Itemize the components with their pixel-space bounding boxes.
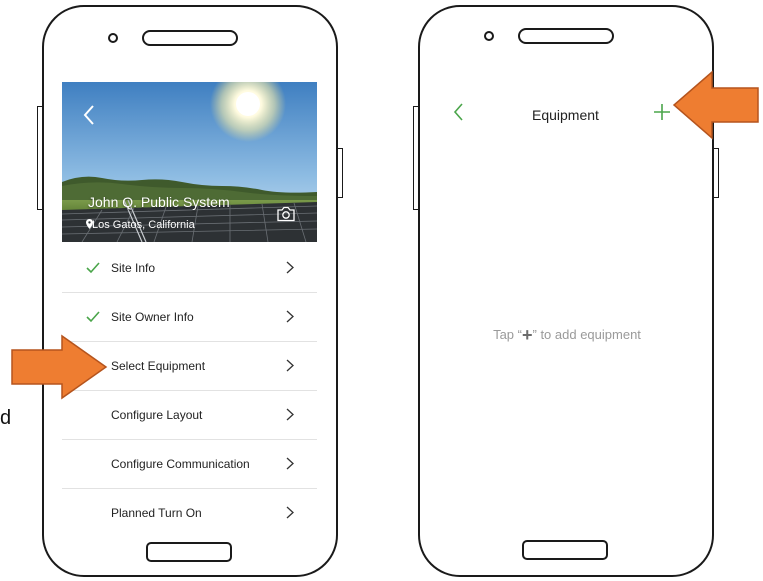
empty-state-message: Tap “+” to add equipment xyxy=(460,325,674,345)
menu-item-label: Site Info xyxy=(111,261,156,275)
menu-item-label: Planned Turn On xyxy=(111,506,202,520)
add-equipment-plus-icon[interactable] xyxy=(652,102,672,127)
menu-item-label: Configure Layout xyxy=(111,408,203,422)
menu-item-label: Configure Communication xyxy=(111,457,250,471)
check-icon xyxy=(86,261,100,279)
site-location: Los Gatos, California xyxy=(86,219,195,231)
chevron-right-icon xyxy=(286,457,294,475)
chevron-right-icon xyxy=(286,506,294,524)
phone-frame-right xyxy=(418,5,714,577)
menu-item-label: Site Owner Info xyxy=(111,310,194,324)
phone-b-speaker xyxy=(518,28,614,44)
empty-state-prefix: Tap “ xyxy=(493,327,522,342)
chevron-right-icon xyxy=(286,310,294,328)
menu-item-site-info[interactable]: Site Info xyxy=(62,244,317,293)
site-setup-screen: John Q. Public System Los Gatos, Califor… xyxy=(62,82,317,538)
page-title: Equipment xyxy=(532,107,599,123)
phone-a-home-button[interactable] xyxy=(146,542,232,562)
phone-b-home-button[interactable] xyxy=(522,540,608,560)
check-icon xyxy=(86,310,100,328)
highlight-arrow-left-icon xyxy=(672,70,759,140)
menu-item-configure-communication[interactable]: Configure Communication xyxy=(62,440,317,489)
menu-item-planned-turn-on[interactable]: Planned Turn On xyxy=(62,489,317,538)
chevron-right-icon xyxy=(286,261,294,279)
empty-state-plus: + xyxy=(521,325,533,345)
stray-glyph: d xyxy=(0,407,12,429)
chevron-right-icon xyxy=(286,359,294,377)
back-chevron-icon[interactable] xyxy=(452,102,464,127)
phone-b-camera xyxy=(484,31,494,41)
site-hero-image: John Q. Public System Los Gatos, Califor… xyxy=(62,82,317,242)
phone-a-camera xyxy=(108,33,118,43)
empty-state-suffix: ” to add equipment xyxy=(532,327,641,342)
site-location-text: Los Gatos, California xyxy=(92,219,195,231)
chevron-right-icon xyxy=(286,408,294,426)
menu-item-label: Select Equipment xyxy=(111,359,206,373)
phone-a-speaker xyxy=(142,30,238,46)
highlight-arrow-right-icon xyxy=(11,334,108,400)
equipment-nav-bar: Equipment xyxy=(452,100,682,130)
site-title: John Q. Public System xyxy=(88,194,230,210)
